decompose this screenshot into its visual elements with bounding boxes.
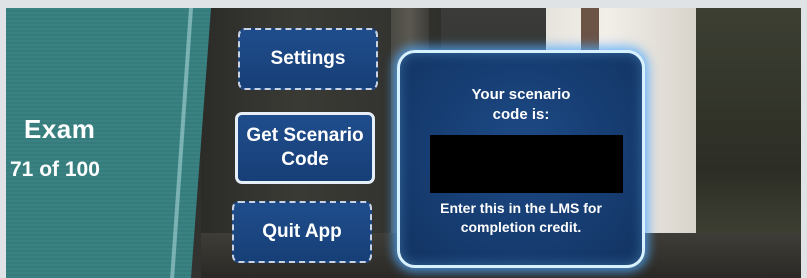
vr-viewport: Exam 71 of 100 Settings Get Scenario Cod… xyxy=(6,8,801,278)
scenario-code-heading: Your scenario code is: xyxy=(400,85,642,125)
quit-button-label: Quit App xyxy=(262,221,342,242)
scenario-button-label-line1: Get Scenario xyxy=(246,125,364,146)
settings-button[interactable]: Settings xyxy=(238,28,378,90)
scenario-code-heading-line1: Your scenario xyxy=(471,86,571,103)
scenario-code-instructions: Enter this in the LMS for completion cre… xyxy=(400,199,642,237)
app-frame: Exam 71 of 100 Settings Get Scenario Cod… xyxy=(0,0,807,278)
settings-button-label: Settings xyxy=(270,48,346,69)
exam-title: Exam xyxy=(24,114,96,144)
scenario-code-value xyxy=(430,135,623,193)
scenario-code-heading-line2: code is: xyxy=(492,106,550,123)
scenario-code-panel: Your scenario code is: Enter this in the… xyxy=(397,50,645,268)
exam-score: 71 of 100 xyxy=(10,158,100,181)
instructions-line1: Enter this in the LMS for xyxy=(440,200,602,216)
instructions-line2: completion credit. xyxy=(460,219,582,235)
quit-app-button[interactable]: Quit App xyxy=(232,201,372,263)
get-scenario-code-button[interactable]: Get Scenario Code xyxy=(235,112,375,184)
scenario-button-label-line2: Code xyxy=(281,149,329,170)
